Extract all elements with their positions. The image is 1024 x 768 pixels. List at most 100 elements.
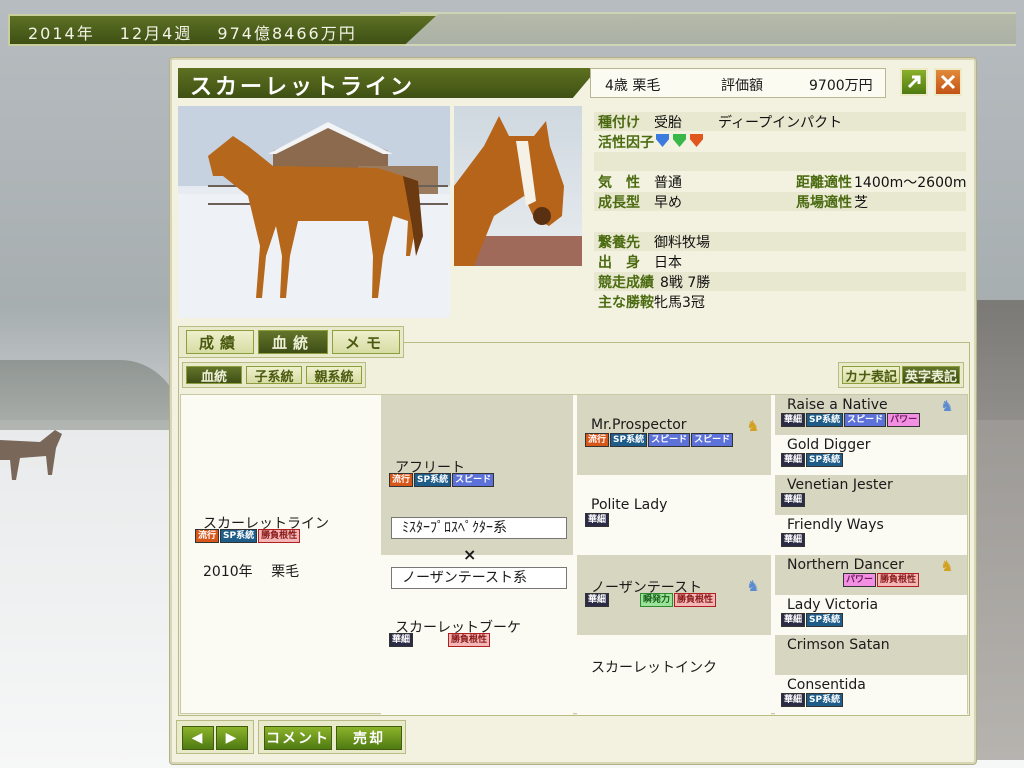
badge-speed: スピード [691,433,734,447]
badge-sp: SP系統 [806,693,844,707]
breeding-status: 受胎 [654,115,682,131]
ssd-badges: 華細 SP系統 [781,453,844,467]
ss-badges: 流行 SP系統 スピード スピード [585,433,734,447]
subtab-child[interactable]: 子系統 [246,366,302,385]
ss-name: Mr.Prospector [591,417,687,433]
pedigree-table: スカーレットライン 流行 SP系統 勝負根性 2010年 栗毛 アフリート 流行 SP… [180,394,968,715]
date-money-text: 2014年 12月4週 974億8466万円 [28,24,357,43]
sds-name: Venetian Jester [787,477,893,493]
badge-speed: スピード [648,433,691,447]
blue-gem-icon [656,134,669,147]
dss-name: Northern Dancer [787,557,904,573]
subtab-parent[interactable]: 親系統 [306,366,362,385]
top-bar-extension [400,12,1016,46]
dss-badges: パワー 勝負根性 [843,573,920,587]
tab-memo[interactable]: メモ [332,330,400,354]
badge-keisai: 華細 [389,633,414,647]
dds-name: Crimson Satan [787,637,890,653]
row-bg [594,152,966,171]
wins-label: 主な勝鞍 [598,295,654,311]
sdd-name: Friendly Ways [787,517,884,533]
origin-value: 日本 [654,255,682,271]
jump-button[interactable] [900,68,928,96]
dd-name: スカーレットインク [591,660,717,676]
badge-konjo: 勝負根性 [674,593,717,607]
badge-shunpatsu: 瞬発力 [640,593,674,607]
badge-sp: SP系統 [806,453,844,467]
tab-seiseki[interactable]: 成績 [186,330,254,354]
badge-ryuko: 流行 [389,473,414,487]
horse-full-icon [178,106,450,318]
distance-label: 距離適性 [796,175,852,191]
dam-badges: 華細 勝負根性 [389,633,491,647]
badge-keisai: 華細 [585,593,610,607]
horse-photo-head [454,106,582,266]
badge-konjo: 勝負根性 [877,573,920,587]
arrow-up-right-icon [907,75,921,89]
badge-keisai: 華細 [781,453,806,467]
horse-name: スカーレットライン [190,75,416,100]
badge-sp: SP系統 [806,413,844,427]
badge-keisai: 華細 [781,413,806,427]
temper-label: 気 性 [598,175,640,191]
badge-ryuko: 流行 [195,529,220,543]
row-bg [594,192,966,211]
subtab-kettou[interactable]: 血統 [186,366,242,385]
origin-label: 出 身 [598,255,640,271]
comment-button[interactable]: コメント [264,726,332,750]
sd-name: Polite Lady [591,497,668,513]
age-color: 4歳 栗毛 [605,78,661,94]
tab-kettou[interactable]: 血統 [258,330,328,354]
ds-badges: 華細 瞬発力 勝負根性 [585,593,717,607]
farm-value: 御料牧場 [654,235,710,251]
background-horse-icon [0,430,62,480]
eiji-notation-button[interactable]: 英字表記 [902,366,960,385]
badge-keisai: 華細 [781,693,806,707]
dsd-name: Lady Victoria [787,597,879,613]
self-year-color: 2010年 栗毛 [203,564,300,580]
ssd-name: Gold Digger [787,437,871,453]
horse-name-bar: スカーレットライン [178,68,598,98]
arrow-right-icon: ▶ [225,730,239,746]
badge-sp: SP系統 [806,613,844,627]
horse-detail-panel: スカーレットライン 4歳 栗毛 評価額 9700万円 種付け 受胎 ディープイン… [170,58,976,764]
badge-keisai: 華細 [585,513,610,527]
breeding-sire: ディープインパクト [718,115,843,131]
badge-sp: SP系統 [220,529,258,543]
kana-notation-button[interactable]: カナ表記 [842,366,900,385]
badge-speed: スピード [452,473,495,487]
leading-sire-horse-icon: ♞ [940,557,954,575]
farm-label: 繋養先 [598,235,640,251]
track-label: 馬場適性 [796,195,852,211]
badge-keisai: 華細 [781,493,806,507]
self-badges: 流行 SP系統 勝負根性 [195,529,301,543]
badge-speed: スピード [844,413,887,427]
record-value: 8戦 7勝 [660,275,711,291]
badge-sp: SP系統 [610,433,648,447]
badge-sp: SP系統 [414,473,452,487]
record-label: 競走成績 [598,275,654,291]
distance-value: 1400m～2600m [854,175,967,191]
cross-mark: × [463,545,477,564]
prev-button[interactable]: ◀ [182,726,214,750]
wins-value: 牝馬3冠 [654,295,705,311]
next-button[interactable]: ▶ [216,726,248,750]
value-label: 評価額 [721,78,763,94]
green-gem-icon [673,134,686,147]
close-button[interactable] [934,68,962,96]
arrow-left-icon: ◀ [191,730,205,746]
ddd-badges: 華細 SP系統 [781,693,844,707]
breeding-label: 種付け [598,115,640,131]
badge-keisai: 華細 [781,533,806,547]
sss-badges: 華細 SP系統 スピード パワー [781,413,921,427]
sell-button[interactable]: 売却 [336,726,402,750]
badge-konjo: 勝負根性 [448,633,491,647]
growth-value: 早め [654,195,682,211]
sd-badges: 華細 [585,513,610,527]
value-amount: 9700万円 [809,78,873,94]
dsd-badges: 華細 SP系統 [781,613,844,627]
famous-sire-horse-icon: ♞ [940,397,954,415]
badge-konjo: 勝負根性 [258,529,301,543]
badge-power: パワー [887,413,921,427]
badge-power: パワー [843,573,877,587]
